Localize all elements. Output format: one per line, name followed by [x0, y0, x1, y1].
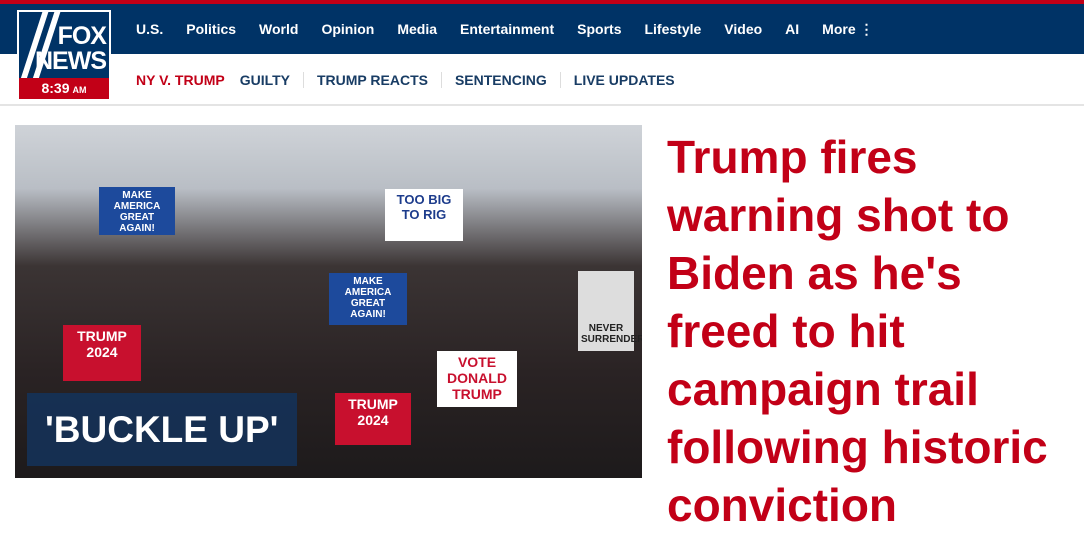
- subnav-ny-v-trump[interactable]: NY V. TRUMP: [136, 72, 238, 88]
- subnav-sentencing[interactable]: SENTENCING: [440, 72, 560, 88]
- logo-fox: FOX: [57, 22, 107, 50]
- hero-image[interactable]: MAKE AMERICA GREAT AGAIN! TOO BIG TO RIG…: [15, 125, 642, 478]
- nav-more[interactable]: More ⋮: [822, 21, 873, 38]
- nav-lifestyle[interactable]: Lifestyle: [644, 21, 701, 37]
- nav-world[interactable]: World: [259, 21, 298, 37]
- nav-entertainment[interactable]: Entertainment: [460, 21, 554, 37]
- sign-trump-2024: TRUMP 2024: [335, 393, 411, 445]
- sub-nav: NY V. TRUMP GUILTY TRUMP REACTS SENTENCI…: [0, 54, 1084, 106]
- logo-news: NEWS: [35, 47, 107, 75]
- sign-trump-2024: TRUMP 2024: [63, 325, 141, 381]
- nav-media[interactable]: Media: [397, 21, 437, 37]
- fox-news-logo[interactable]: FOX NEWS 8:39 AM: [17, 10, 111, 102]
- subnav-live-updates[interactable]: LIVE UPDATES: [559, 72, 688, 88]
- sign-too-big-to-rig: TOO BIG TO RIG: [385, 189, 463, 241]
- nav-us[interactable]: U.S.: [136, 21, 163, 37]
- main-nav: U.S. Politics World Opinion Media Entert…: [0, 4, 1084, 54]
- lead-headline[interactable]: Trump fires warning shot to Biden as he'…: [667, 128, 1077, 534]
- clock-ampm: AM: [72, 85, 87, 95]
- nav-sports[interactable]: Sports: [577, 21, 621, 37]
- sign-maga: MAKE AMERICA GREAT AGAIN!: [329, 273, 407, 325]
- sign-maga: MAKE AMERICA GREAT AGAIN!: [99, 187, 175, 235]
- nav-politics[interactable]: Politics: [186, 21, 236, 37]
- nav-ai[interactable]: AI: [785, 21, 799, 37]
- nav-video[interactable]: Video: [724, 21, 762, 37]
- sign-never-surrender: NEVER SURRENDER: [578, 271, 642, 351]
- hero-label: 'BUCKLE UP': [27, 393, 297, 466]
- clock-time: 8:39: [41, 80, 70, 96]
- subnav-guilty[interactable]: GUILTY: [238, 72, 303, 88]
- subnav-trump-reacts[interactable]: TRUMP REACTS: [303, 72, 441, 88]
- sign-vote-trump: VOTE DONALD TRUMP: [437, 351, 517, 407]
- clock: 8:39 AM: [19, 78, 109, 99]
- nav-opinion[interactable]: Opinion: [321, 21, 374, 37]
